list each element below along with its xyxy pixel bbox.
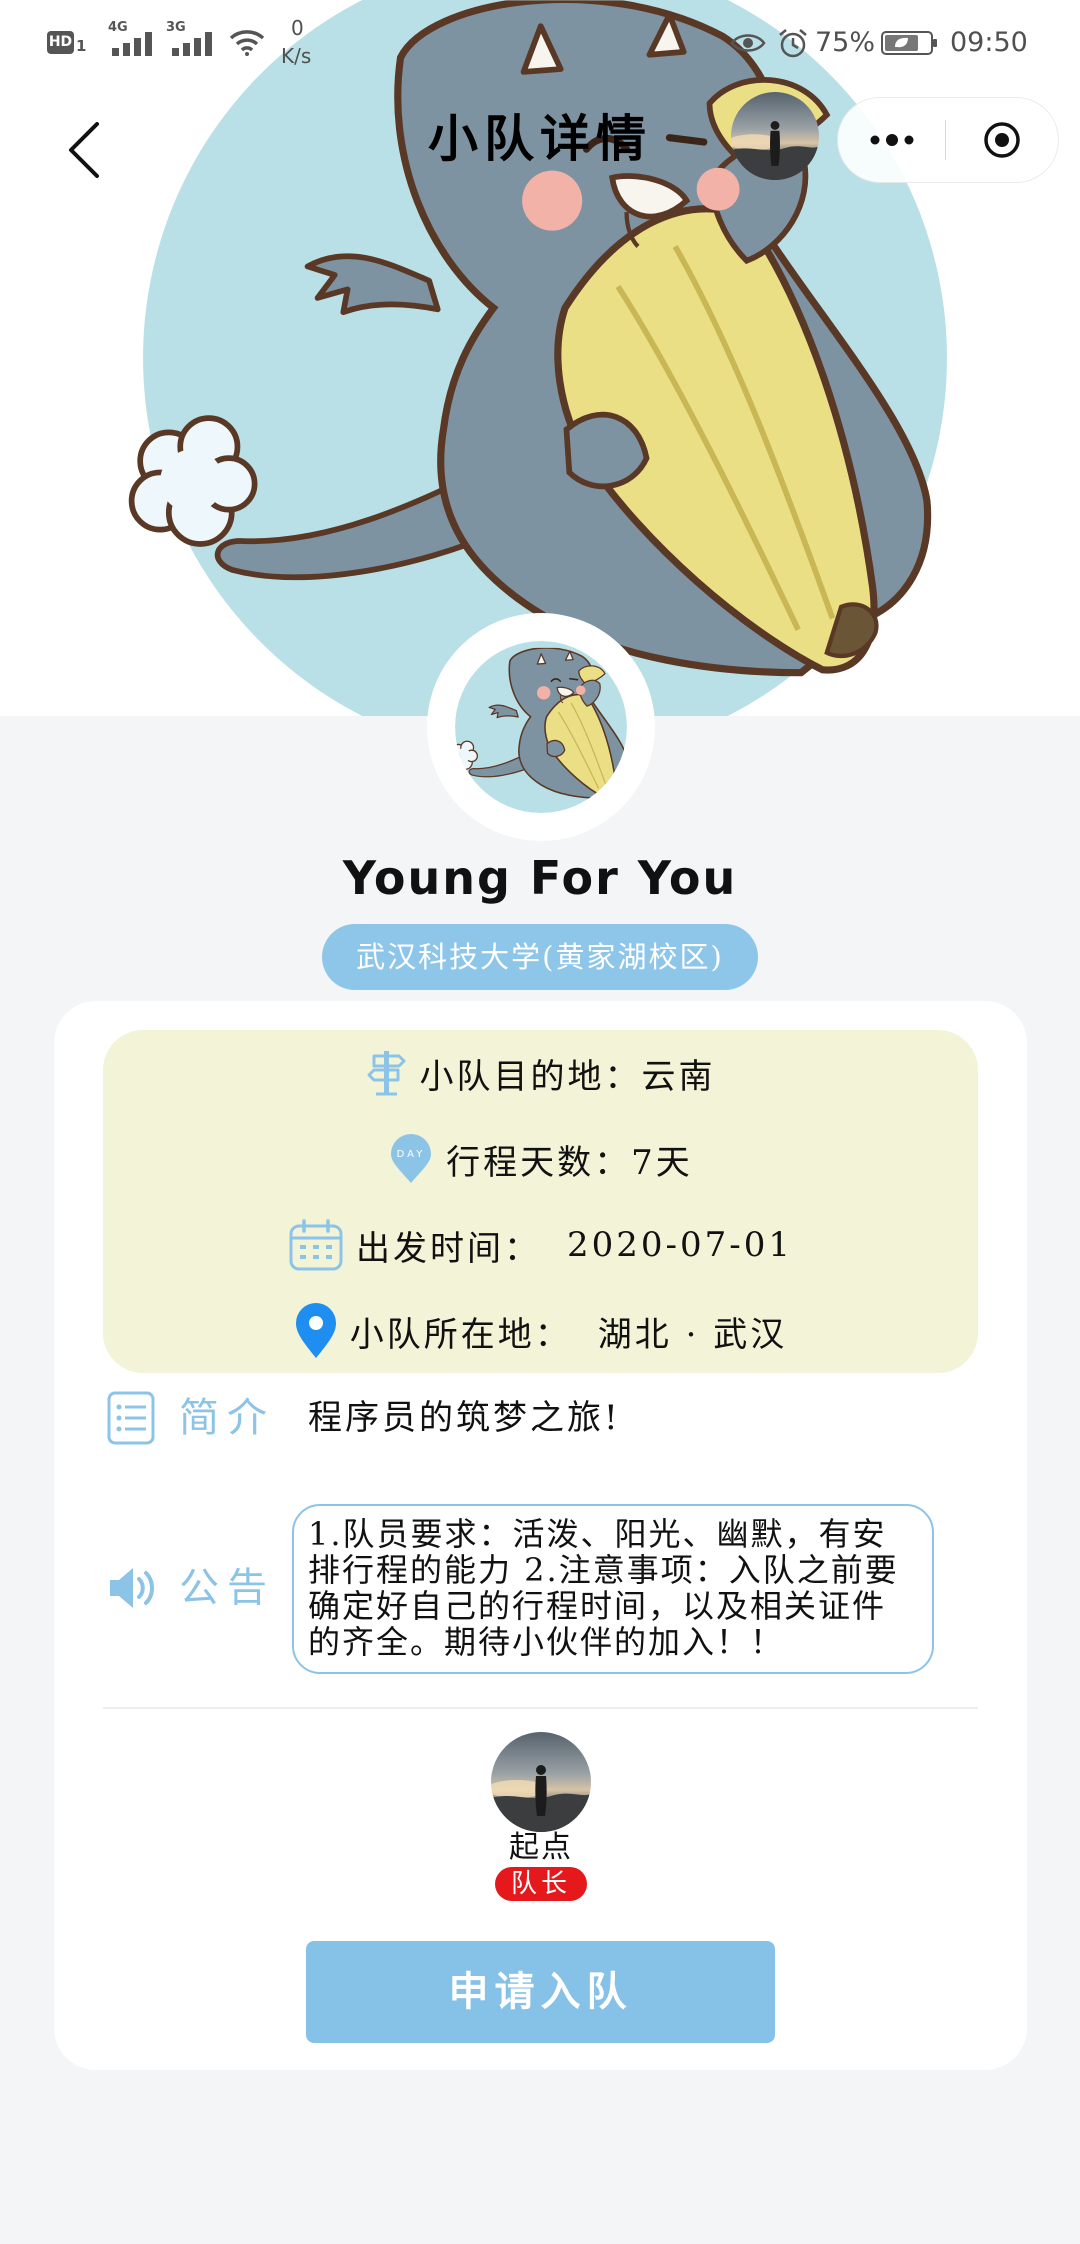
section-divider	[103, 1707, 978, 1709]
net-speed-unit: K/s	[281, 44, 312, 68]
team-avatar-image	[455, 641, 627, 813]
team-avatar	[427, 613, 655, 841]
signal-icon	[112, 32, 152, 56]
signpost-icon	[366, 1049, 408, 1097]
net-speed-value: 0	[291, 16, 304, 40]
calendar-icon	[288, 1218, 344, 1272]
notice-text: 1.队员要求：活泼、阳光、幽默，有安排行程的能力 2.注意事项：入队之前要确定好…	[292, 1504, 934, 1674]
day-pin-icon: DAY	[388, 1133, 434, 1185]
svg-text:DAY: DAY	[397, 1149, 426, 1160]
location-row: 小队所在地： 湖北 · 武汉	[103, 1288, 978, 1374]
list-icon	[107, 1391, 155, 1445]
days-row: DAY 行程天数： 7天	[103, 1116, 978, 1202]
more-button[interactable]	[838, 98, 945, 182]
location-pin-icon	[294, 1302, 338, 1360]
wifi-icon	[229, 30, 265, 56]
battery-percent: 75%	[815, 27, 876, 58]
team-detail-card: 小队目的地： 云南 DAY 行程天数： 7天 出发时间： 2020-07-01 …	[54, 1001, 1027, 2070]
battery-icon	[881, 31, 937, 55]
eye-icon	[730, 34, 766, 52]
more-dots-icon	[870, 134, 913, 146]
captain-badge: 队长	[495, 1867, 587, 1901]
destination-value: 云南	[641, 1056, 716, 1097]
location-label: 小队所在地：	[349, 1314, 572, 1355]
signal-icon-2	[172, 32, 212, 56]
notice-label: 公告	[179, 1565, 275, 1611]
alarm-icon	[779, 29, 807, 58]
hd-indicator: HD	[47, 31, 74, 54]
school-badge: 武汉科技大学(黄家湖校区)	[322, 924, 758, 990]
departure-value: 2020-07-01	[566, 1225, 794, 1265]
intro-label: 简介	[179, 1395, 275, 1441]
trip-info-panel: 小队目的地： 云南 DAY 行程天数： 7天 出发时间： 2020-07-01 …	[103, 1030, 978, 1373]
speaker-icon	[110, 1568, 154, 1608]
member-avatar[interactable]	[491, 1732, 591, 1832]
departure-label: 出发时间：	[355, 1228, 541, 1269]
days-value: 7天	[631, 1142, 693, 1183]
miniprogram-capsule	[837, 97, 1059, 183]
clock-time: 09:50	[950, 27, 1028, 58]
sim-slot-label: 1	[76, 37, 87, 55]
team-name: Young For You	[342, 851, 738, 905]
captain-avatar-nav[interactable]	[731, 92, 819, 180]
member-name: 起点	[509, 1830, 573, 1865]
location-value: 湖北 · 武汉	[597, 1314, 788, 1355]
apply-join-button[interactable]: 申请入队	[306, 1941, 775, 2043]
days-label: 行程天数：	[446, 1142, 632, 1183]
target-icon	[984, 122, 1020, 158]
destination-label: 小队目的地：	[419, 1056, 642, 1097]
intro-text: 程序员的筑梦之旅!	[308, 1398, 621, 1438]
close-miniprogram-button[interactable]	[946, 98, 1058, 182]
destination-row: 小队目的地： 云南	[103, 1030, 978, 1116]
departure-row: 出发时间： 2020-07-01	[103, 1202, 978, 1288]
